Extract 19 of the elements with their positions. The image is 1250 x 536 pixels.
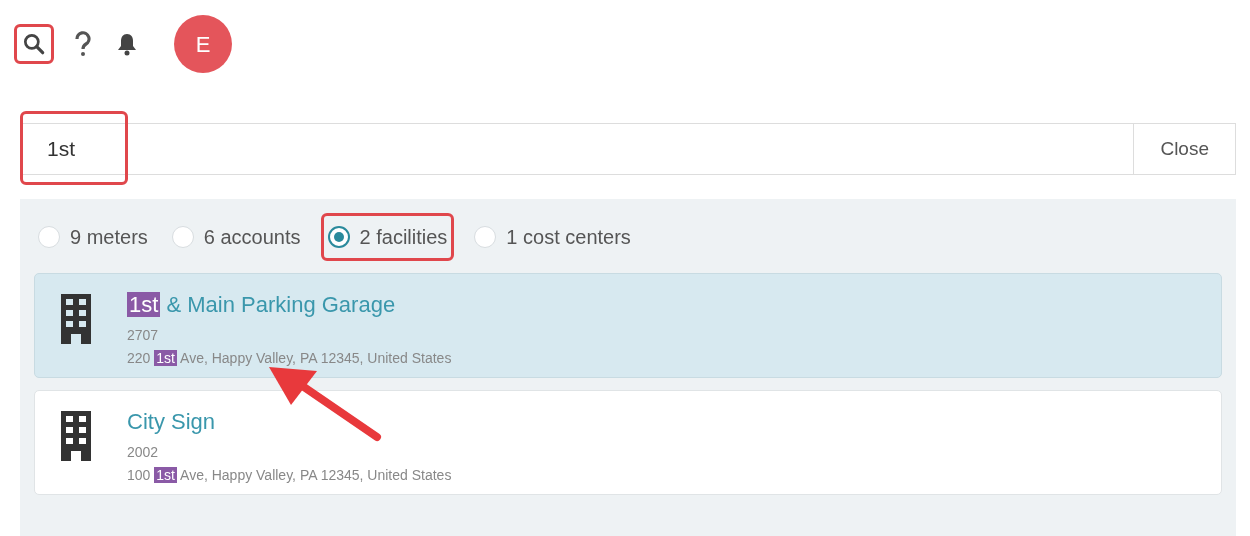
result-address: 100 1st Ave, Happy Valley, PA 12345, United States — [127, 466, 452, 485]
avatar[interactable]: E — [174, 15, 232, 73]
result-card[interactable]: 1st & Main Parking Garage 2707 220 1st Ave, Happy Valley, PA 12345, United States — [34, 273, 1222, 378]
close-button[interactable]: Close — [1134, 123, 1236, 175]
search-icon — [21, 31, 47, 57]
result-code: 2707 — [127, 326, 160, 345]
filter-option[interactable]: 2 facilities — [320, 213, 455, 261]
building-icon — [61, 411, 91, 461]
result-title[interactable]: City Sign — [127, 409, 216, 434]
search-field[interactable]: 1st — [20, 123, 1135, 175]
result-title[interactable]: 1st & Main Parking Garage — [127, 292, 396, 317]
result-card[interactable]: City Sign 2002 100 1st Ave, Happy Valley, PA 12345, United States — [34, 390, 1222, 495]
result-code: 2002 — [127, 443, 160, 462]
result-address: 220 1st Ave, Happy Valley, PA 12345, United States — [127, 349, 452, 368]
filter-option[interactable]: 1 cost centers — [470, 213, 635, 261]
filter-option[interactable]: 9 meters — [34, 213, 152, 261]
building-icon — [61, 294, 91, 344]
filter-option[interactable]: 6 accounts — [167, 213, 305, 261]
search-button[interactable] — [14, 24, 54, 64]
